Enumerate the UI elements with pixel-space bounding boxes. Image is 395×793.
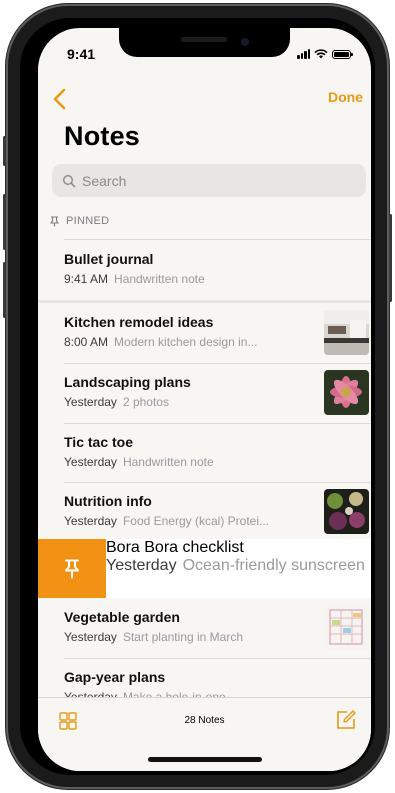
note-title: Vegetable garden xyxy=(64,609,180,625)
note-row[interactable]: Nutrition info Yesterday Food Energy (kca… xyxy=(38,483,371,542)
note-preview: Ocean-friendly sunscreen xyxy=(182,557,365,574)
note-subtitle: 9:41 AM Handwritten note xyxy=(64,272,205,286)
note-preview: Handwritten note xyxy=(122,455,214,469)
note-row[interactable]: Bullet journal 9:41 AM Handwritten note xyxy=(38,241,371,300)
note-subtitle: Yesterday 2 photos xyxy=(64,395,169,409)
note-subtitle: Yesterday Ocean-friendly sunscreen xyxy=(106,557,371,575)
front-camera xyxy=(241,38,249,46)
note-preview: Handwritten note xyxy=(114,272,205,286)
note-date: 8:00 AM xyxy=(64,335,109,349)
pin-icon xyxy=(65,559,79,578)
note-row[interactable]: Tic tac toe Yesterday Handwritten note xyxy=(38,424,371,483)
pinned-section-header: PINNED xyxy=(50,215,109,227)
note-row[interactable]: Vegetable garden Yesterday Start planting… xyxy=(38,599,371,658)
phone-frame: 9:41 Done Notes Search PINNED Bullet jou… xyxy=(3,4,392,789)
pinned-label: PINNED xyxy=(66,215,110,227)
note-title: Nutrition info xyxy=(64,493,152,509)
kitchen-thumbnail xyxy=(324,310,369,355)
note-date: 9:41 AM xyxy=(64,272,109,286)
note-preview: Food Energy (kcal) Protei... xyxy=(122,514,269,528)
note-subtitle: 8:00 AM Modern kitchen design in... xyxy=(64,335,257,349)
status-time: 9:41 xyxy=(67,46,96,62)
page-title: Notes xyxy=(64,121,141,151)
note-subtitle: Yesterday Start planting in March xyxy=(64,630,243,644)
note-title: Bullet journal xyxy=(64,251,154,267)
note-subtitle: Yesterday Handwritten note xyxy=(64,455,214,469)
pin-icon xyxy=(50,215,59,226)
note-preview: Start planting in March xyxy=(122,630,243,644)
search-icon xyxy=(62,174,76,187)
search-bar[interactable] xyxy=(52,164,366,197)
home-indicator xyxy=(148,757,262,762)
section-divider xyxy=(38,300,371,303)
note-title: Tic tac toe xyxy=(64,434,133,450)
note-subtitle: Yesterday Food Energy (kcal) Protei... xyxy=(64,514,269,528)
cellular-signal-icon xyxy=(297,49,310,59)
note-date: Yesterday xyxy=(106,557,177,574)
search-input[interactable] xyxy=(80,171,344,190)
note-title: Bora Bora checklist xyxy=(106,539,244,556)
flower-thumbnail xyxy=(324,370,369,415)
note-date: Yesterday xyxy=(64,514,117,528)
done-button[interactable]: Done xyxy=(328,89,363,105)
swipe-cell[interactable]: Bora Bora checklist Yesterday Ocean-frien… xyxy=(106,539,371,598)
sketch-thumbnail xyxy=(324,605,369,650)
volume-up-button xyxy=(3,194,6,250)
compose-icon[interactable] xyxy=(335,709,357,731)
note-date: Yesterday xyxy=(64,395,117,409)
note-title: Kitchen remodel ideas xyxy=(64,314,214,330)
mute-switch xyxy=(3,136,6,166)
divider xyxy=(64,239,371,240)
note-preview: Modern kitchen design in... xyxy=(114,335,258,349)
notch xyxy=(119,28,290,57)
note-date: Yesterday xyxy=(64,455,117,469)
note-preview: 2 photos xyxy=(122,395,169,409)
side-button xyxy=(389,214,392,302)
note-row[interactable]: Kitchen remodel ideas 8:00 AM Modern kitc… xyxy=(38,304,371,363)
speaker-grille xyxy=(181,37,227,42)
note-title: Gap-year plans xyxy=(64,669,166,685)
volume-down-button xyxy=(3,262,6,318)
note-date: Yesterday xyxy=(64,630,117,644)
back-chevron-icon[interactable] xyxy=(48,86,74,112)
pin-action-button[interactable] xyxy=(38,539,106,598)
bottom-toolbar: 28 Notes xyxy=(38,697,371,771)
food-thumbnail xyxy=(324,489,369,534)
wifi-icon xyxy=(314,49,328,59)
note-title: Landscaping plans xyxy=(64,374,191,390)
battery-icon xyxy=(332,49,353,59)
swiped-note-row[interactable]: Bora Bora checklist Yesterday Ocean-frien… xyxy=(38,539,371,598)
status-icons xyxy=(297,49,353,59)
screen: 9:41 Done Notes Search PINNED Bullet jou… xyxy=(38,28,371,771)
note-row[interactable]: Landscaping plans Yesterday 2 photos xyxy=(38,364,371,423)
notes-count: 28 Notes xyxy=(184,715,225,726)
